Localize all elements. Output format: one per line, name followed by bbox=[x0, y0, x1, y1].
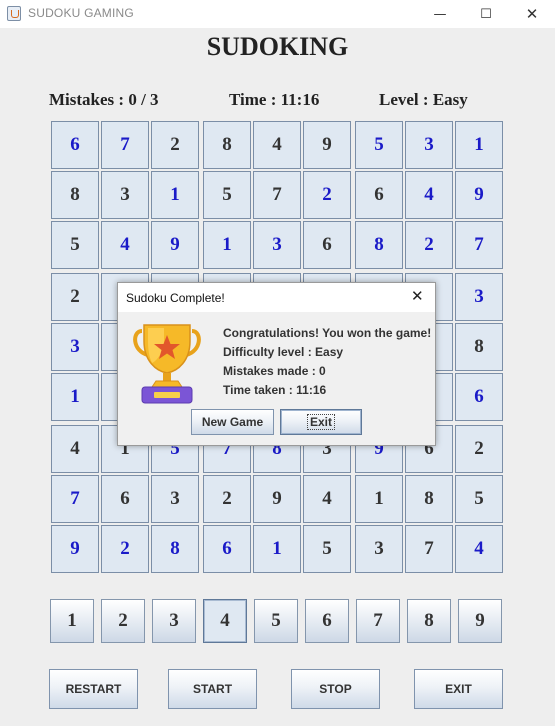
cell-r8-c8[interactable]: 8 bbox=[405, 475, 453, 523]
number-button-4[interactable]: 4 bbox=[203, 599, 247, 643]
new-game-button[interactable]: New Game bbox=[191, 409, 274, 435]
cell-r2-c3[interactable]: 1 bbox=[151, 171, 199, 219]
number-button-5[interactable]: 5 bbox=[254, 599, 298, 643]
cell-r1-c5[interactable]: 4 bbox=[253, 121, 301, 169]
cell-r2-c8[interactable]: 4 bbox=[405, 171, 453, 219]
dialog-message-congrats: Congratulations! You won the game! bbox=[223, 326, 432, 340]
cell-r3-c2[interactable]: 4 bbox=[101, 221, 149, 269]
restart-button[interactable]: RESTART bbox=[49, 669, 138, 709]
number-button-6[interactable]: 6 bbox=[305, 599, 349, 643]
cell-r3-c4[interactable]: 1 bbox=[203, 221, 251, 269]
number-button-7[interactable]: 7 bbox=[356, 599, 400, 643]
stop-button[interactable]: STOP bbox=[291, 669, 380, 709]
cell-r9-c9[interactable]: 4 bbox=[455, 525, 503, 573]
cell-r3-c1[interactable]: 5 bbox=[51, 221, 99, 269]
cell-r9-c2[interactable]: 2 bbox=[101, 525, 149, 573]
cell-r2-c7[interactable]: 6 bbox=[355, 171, 403, 219]
dialog-title-bar: Sudoku Complete! ✕ bbox=[118, 283, 435, 312]
cell-r8-c3[interactable]: 3 bbox=[151, 475, 199, 523]
dialog-title: Sudoku Complete! bbox=[126, 291, 225, 305]
cell-r3-c7[interactable]: 8 bbox=[355, 221, 403, 269]
maximize-button[interactable]: ☐ bbox=[463, 0, 509, 28]
app-heading: SUDOKING bbox=[206, 32, 349, 61]
cell-r4-c1[interactable]: 2 bbox=[51, 273, 99, 321]
cell-r9-c6[interactable]: 5 bbox=[303, 525, 351, 573]
cell-r3-c6[interactable]: 6 bbox=[303, 221, 351, 269]
cell-r1-c6[interactable]: 9 bbox=[303, 121, 351, 169]
cell-r3-c3[interactable]: 9 bbox=[151, 221, 199, 269]
dialog-message-difficulty: Difficulty level : Easy bbox=[223, 345, 344, 359]
cell-r2-c9[interactable]: 9 bbox=[455, 171, 503, 219]
close-window-button[interactable]: ✕ bbox=[509, 0, 555, 28]
dialog-exit-button[interactable]: Exit bbox=[280, 409, 362, 435]
cell-r7-c9[interactable]: 2 bbox=[455, 425, 503, 473]
cell-r8-c9[interactable]: 5 bbox=[455, 475, 503, 523]
cell-r9-c8[interactable]: 7 bbox=[405, 525, 453, 573]
exit-button[interactable]: EXIT bbox=[414, 669, 503, 709]
number-button-2[interactable]: 2 bbox=[101, 599, 145, 643]
dialog-close-button[interactable]: ✕ bbox=[411, 287, 424, 305]
level-display: Level : Easy bbox=[379, 90, 468, 109]
number-button-8[interactable]: 8 bbox=[407, 599, 451, 643]
dialog-exit-label: Exit bbox=[306, 414, 335, 430]
cell-r8-c2[interactable]: 6 bbox=[101, 475, 149, 523]
number-button-9[interactable]: 9 bbox=[458, 599, 502, 643]
cell-r9-c1[interactable]: 9 bbox=[51, 525, 99, 573]
cell-r8-c5[interactable]: 9 bbox=[253, 475, 301, 523]
cell-r1-c4[interactable]: 8 bbox=[203, 121, 251, 169]
cell-r3-c5[interactable]: 3 bbox=[253, 221, 301, 269]
cell-r8-c4[interactable]: 2 bbox=[203, 475, 251, 523]
cell-r1-c3[interactable]: 2 bbox=[151, 121, 199, 169]
cell-r9-c5[interactable]: 1 bbox=[253, 525, 301, 573]
cell-r1-c9[interactable]: 1 bbox=[455, 121, 503, 169]
java-app-icon bbox=[7, 6, 21, 21]
window-title-bar: SUDOKU GAMING — ☐ ✕ bbox=[0, 0, 555, 28]
cell-r2-c2[interactable]: 3 bbox=[101, 171, 149, 219]
cell-r3-c9[interactable]: 7 bbox=[455, 221, 503, 269]
cell-r8-c1[interactable]: 7 bbox=[51, 475, 99, 523]
start-button[interactable]: START bbox=[168, 669, 257, 709]
window-title: SUDOKU GAMING bbox=[28, 6, 134, 20]
cell-r1-c8[interactable]: 3 bbox=[405, 121, 453, 169]
cell-r1-c7[interactable]: 5 bbox=[355, 121, 403, 169]
cell-r5-c9[interactable]: 8 bbox=[455, 323, 503, 371]
cell-r4-c9[interactable]: 3 bbox=[455, 273, 503, 321]
cell-r8-c6[interactable]: 4 bbox=[303, 475, 351, 523]
cell-r1-c2[interactable]: 7 bbox=[101, 121, 149, 169]
cell-r2-c6[interactable]: 2 bbox=[303, 171, 351, 219]
cell-r2-c5[interactable]: 7 bbox=[253, 171, 301, 219]
number-button-1[interactable]: 1 bbox=[50, 599, 94, 643]
cell-r2-c4[interactable]: 5 bbox=[203, 171, 251, 219]
cell-r8-c7[interactable]: 1 bbox=[355, 475, 403, 523]
dialog-message-time: Time taken : 11:16 bbox=[223, 383, 327, 397]
cell-r9-c7[interactable]: 3 bbox=[355, 525, 403, 573]
cell-r6-c9[interactable]: 6 bbox=[455, 373, 503, 421]
cell-r6-c1[interactable]: 1 bbox=[51, 373, 99, 421]
cell-r5-c1[interactable]: 3 bbox=[51, 323, 99, 371]
game-complete-dialog: Sudoku Complete! ✕ Congratulations! You … bbox=[117, 282, 436, 446]
trophy-icon bbox=[133, 324, 201, 404]
minimize-button[interactable]: — bbox=[417, 0, 463, 28]
cell-r7-c1[interactable]: 4 bbox=[51, 425, 99, 473]
cell-r3-c8[interactable]: 2 bbox=[405, 221, 453, 269]
cell-r1-c1[interactable]: 6 bbox=[51, 121, 99, 169]
mistakes-counter: Mistakes : 0 / 3 bbox=[49, 90, 159, 109]
timer-display: Time : 11:16 bbox=[229, 90, 320, 109]
cell-r2-c1[interactable]: 8 bbox=[51, 171, 99, 219]
number-button-3[interactable]: 3 bbox=[152, 599, 196, 643]
cell-r9-c3[interactable]: 8 bbox=[151, 525, 199, 573]
cell-r9-c4[interactable]: 6 bbox=[203, 525, 251, 573]
dialog-message-mistakes: Mistakes made : 0 bbox=[223, 364, 326, 378]
